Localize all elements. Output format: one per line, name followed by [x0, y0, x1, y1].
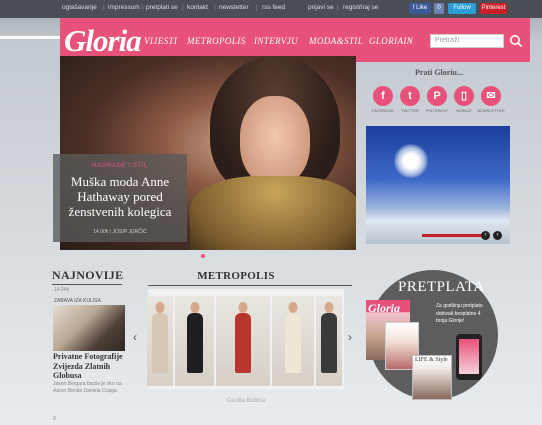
gloria-logo[interactable]: Gloria [64, 23, 142, 59]
search-icon[interactable] [508, 33, 524, 49]
carousel-left-icon[interactable]: ‹ [133, 330, 137, 344]
article-summary: Jason Bergara bacila je oko na Aaron Ben… [53, 381, 122, 394]
mobile-label: MOBILE [456, 108, 472, 113]
prev-arrow-icon[interactable]: ‹ [481, 231, 490, 240]
hero-category: NAGRADE I STIL [92, 163, 148, 169]
like-count: 0 [434, 3, 444, 14]
subscription-title: PRETPLATA [398, 279, 485, 295]
facebook-like-button[interactable]: f Like [409, 3, 431, 14]
nav-intervju[interactable]: INTERVJU [254, 36, 298, 46]
carousel-right-icon[interactable]: › [348, 330, 352, 344]
carousel-photo[interactable] [316, 296, 342, 386]
separator: | [103, 4, 105, 11]
carousel-photo[interactable] [147, 296, 173, 386]
search-input[interactable]: Pretraži [430, 34, 504, 48]
carousel-caption: Cecilia Bobnia [226, 398, 266, 404]
twitter-icon[interactable]: t [400, 86, 420, 106]
follow-title: Prati Gloriu... [415, 68, 463, 77]
newsletter-label: NEWSLETTER [477, 108, 505, 113]
photo-figure [321, 313, 337, 373]
nav-gloriain[interactable]: GLORIAIN [369, 36, 413, 46]
top-utility-bar: oglašavanje | impressum | pretplati se |… [0, 0, 542, 18]
nav-moda-stil[interactable]: MODA&STIL [309, 36, 363, 46]
twitter-follow-button[interactable]: Follow [448, 3, 476, 14]
separator: | [142, 4, 144, 11]
register-link[interactable]: registriraj se [343, 4, 378, 11]
sun-shape [394, 144, 428, 178]
facebook-label: FACEBOOK [371, 108, 394, 113]
magazine-cover: LIFE & Style [412, 355, 452, 400]
separator: | [214, 4, 216, 11]
nav-metropolis[interactable]: METROPOLIS [187, 36, 246, 46]
article-category: ZABAVA IZA KULISA [54, 298, 101, 304]
pinterest-label: PINTEREST [425, 108, 449, 113]
article-time: 14.04h [54, 287, 70, 293]
article-photo[interactable] [53, 305, 125, 351]
twitter-label: TWITTER [401, 108, 419, 113]
slider-dot[interactable] [201, 254, 205, 258]
section-divider [148, 285, 352, 286]
carousel-photo[interactable] [175, 296, 214, 386]
section-title-najnovije: NAJNOVIJE [52, 268, 124, 282]
topbar-link-kontakt[interactable]: kontakt [187, 4, 208, 11]
pinterest-icon[interactable]: P [427, 86, 447, 106]
separator: | [256, 4, 258, 11]
topbar-link-rss[interactable]: rss feed [262, 4, 285, 11]
newsletter-icon[interactable]: ✉ [481, 86, 501, 106]
phone-image [456, 334, 482, 380]
photo-figure [235, 313, 251, 373]
header-accent-line [0, 36, 60, 39]
magazine-logo: Gloria [368, 301, 401, 315]
carousel-photo-active[interactable] [216, 296, 270, 386]
hero-face-shape [240, 96, 310, 186]
section-divider [52, 284, 122, 285]
photo-figure [285, 313, 301, 373]
topbar-link-oglasavanje[interactable]: oglašavanje [62, 4, 97, 11]
side-progress-bar [422, 234, 484, 237]
hero-dress-shape [190, 176, 356, 250]
magazine-logo: LIFE & Style [415, 357, 448, 363]
comment-count: 0 [53, 416, 56, 422]
separator: | [337, 4, 339, 11]
topbar-link-newsletter[interactable]: newsletter [219, 4, 249, 11]
hero-meta: 14.00h | JOSIP JURČIĆ [93, 229, 147, 235]
next-arrow-icon[interactable]: › [493, 231, 502, 240]
nav-vijesti[interactable]: VIJESTI [144, 36, 177, 46]
hero-title[interactable]: Muška moda Anne Hathaway pored ženstveni… [59, 174, 181, 219]
photo-figure [186, 313, 203, 373]
photo-figure [152, 313, 168, 373]
separator: | [182, 4, 184, 11]
login-link[interactable]: prijavi se [308, 4, 334, 11]
subscription-text: Za godišnju pretplatu dobivaš besplatno … [436, 303, 483, 324]
topbar-link-impressum[interactable]: impressum [108, 4, 140, 11]
article-title[interactable]: Privatne Fotografije Zvijezda Zlatnih Gl… [53, 352, 125, 381]
carousel-photo[interactable] [272, 296, 314, 386]
topbar-link-pretplati[interactable]: pretplati se [146, 4, 178, 11]
phone-screen [459, 339, 479, 374]
facebook-icon[interactable]: f [373, 86, 393, 106]
mobile-icon[interactable]: ▯ [454, 86, 474, 106]
side-promo-image[interactable] [366, 126, 510, 244]
pinterest-button[interactable]: Pinterest [480, 3, 507, 14]
hero-caption-box[interactable]: NAGRADE I STIL Muška moda Anne Hathaway … [53, 154, 187, 242]
section-title-metropolis: METROPOLIS [197, 270, 275, 282]
